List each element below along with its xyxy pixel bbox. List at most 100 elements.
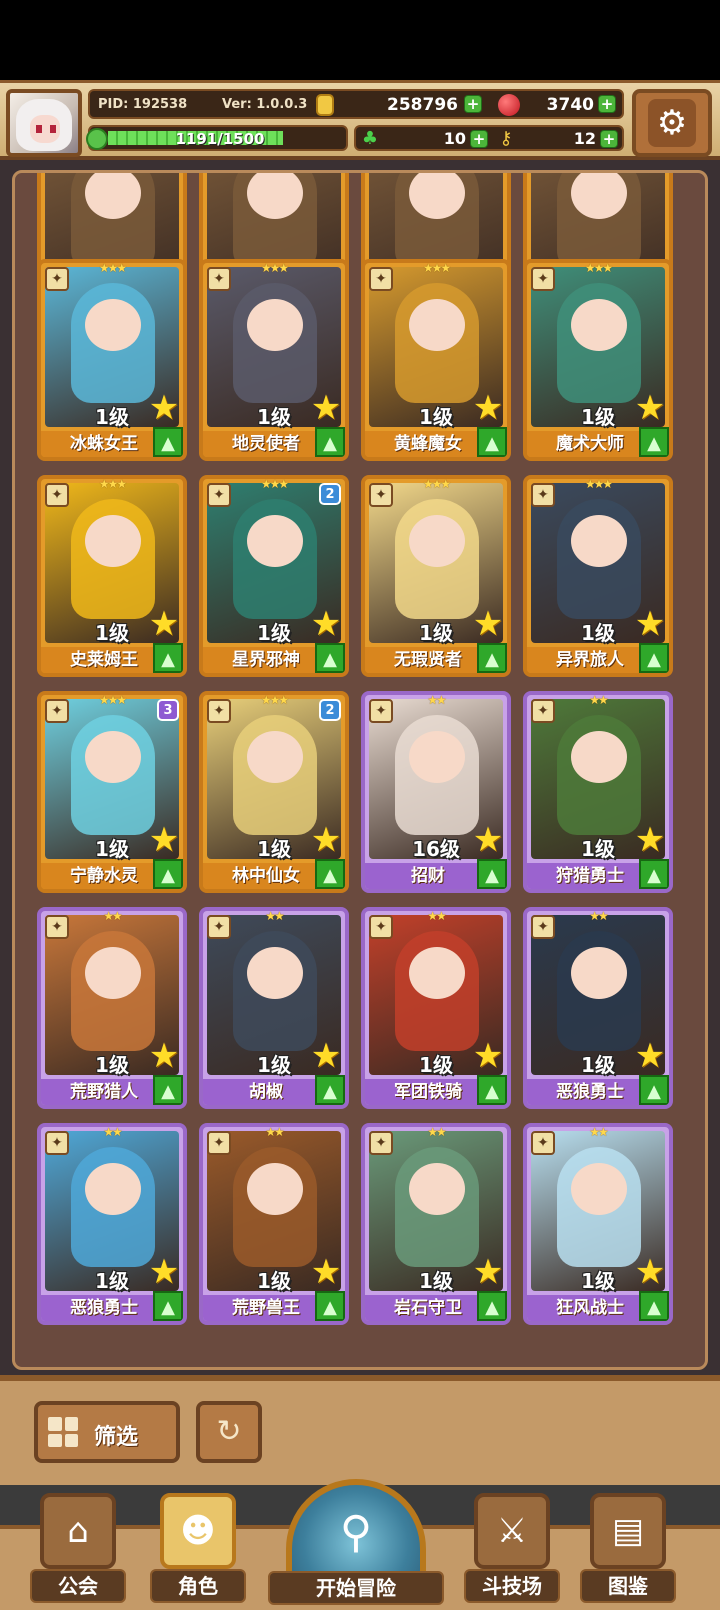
- character-card[interactable]: ✦ ★★★ 1级 ★ 无瑕贤者 ▲: [361, 475, 511, 677]
- star-upgrade-icon[interactable]: ★: [471, 1039, 505, 1073]
- character-card[interactable]: ✦ ★★ 1级 ★ 狩猎勇士 ▲: [523, 691, 673, 893]
- level-up-arrow-icon[interactable]: ▲: [153, 427, 183, 457]
- nav-arena[interactable]: ⚔ 斗技场: [464, 1485, 560, 1605]
- level-up-arrow-icon[interactable]: ▲: [153, 643, 183, 673]
- game-version: Ver: 1.0.0.3: [222, 97, 308, 112]
- character-head: [409, 1163, 465, 1215]
- level-up-arrow-icon[interactable]: ▲: [153, 1291, 183, 1321]
- star-upgrade-icon[interactable]: ★: [147, 607, 181, 641]
- character-head: [85, 1163, 141, 1215]
- star-upgrade-icon[interactable]: ★: [633, 823, 667, 857]
- star-upgrade-icon[interactable]: ★: [309, 823, 343, 857]
- star-upgrade-icon[interactable]: ★: [147, 391, 181, 425]
- character-card[interactable]: ✦ ★★★ 1级 ★ 黄蜂魔女 ▲: [361, 259, 511, 461]
- nav-character[interactable]: ☻ 角色: [150, 1485, 246, 1605]
- level-up-arrow-icon[interactable]: ▲: [315, 1075, 345, 1105]
- level-up-arrow-icon[interactable]: ▲: [477, 427, 507, 457]
- level-up-arrow-icon[interactable]: ▲: [153, 1075, 183, 1105]
- star-upgrade-icon[interactable]: ★: [633, 1255, 667, 1289]
- level-up-arrow-icon[interactable]: ▲: [639, 1075, 669, 1105]
- clover-amount: 10: [443, 129, 466, 148]
- star-upgrade-icon[interactable]: ★: [309, 391, 343, 425]
- character-head: [571, 947, 627, 999]
- character-card[interactable]: ✦ ★★★ 1级 ★ 魔术大师 ▲: [523, 259, 673, 461]
- level-up-arrow-icon[interactable]: ▲: [639, 427, 669, 457]
- character-card[interactable]: ✦ ★★★ 2 1级 ★ 星界邪神 ▲: [199, 475, 349, 677]
- rarity-stars: ★★★: [584, 261, 613, 275]
- star-upgrade-icon[interactable]: ★: [147, 1255, 181, 1289]
- character-head: [247, 947, 303, 999]
- character-card[interactable]: ✦ ★★★ 2 1级 ★ 林中仙女 ▲: [199, 691, 349, 893]
- level-up-arrow-icon[interactable]: ▲: [477, 643, 507, 673]
- level-up-arrow-icon[interactable]: ▲: [315, 1291, 345, 1321]
- character-card[interactable]: ✦ ★★★ 1级 ★ 冰蛛女王 ▲: [37, 259, 187, 461]
- add-gold-button[interactable]: +: [464, 95, 482, 113]
- nav-guild[interactable]: ⌂ 公会: [30, 1485, 126, 1605]
- filter-button[interactable]: 筛选: [34, 1401, 180, 1463]
- rarity-stars: ★★: [427, 693, 447, 707]
- character-face-icon: ☻: [160, 1493, 236, 1569]
- nav-arena-label: 斗技场: [464, 1569, 560, 1603]
- settings-button[interactable]: ⚙: [632, 89, 712, 157]
- player-id: PID: 192538: [98, 97, 188, 112]
- character-card[interactable]: ✦ ★★ 1级 ★ 荒野兽王 ▲: [199, 1123, 349, 1325]
- player-avatar[interactable]: [6, 89, 82, 157]
- character-card[interactable]: ✦ ★★★ 1级 ★ 异界旅人 ▲: [523, 475, 673, 677]
- nav-start-adventure[interactable]: ⚲ 开始冒险: [268, 1479, 444, 1610]
- sort-refresh-button[interactable]: ↻: [196, 1401, 262, 1463]
- star-upgrade-icon[interactable]: ★: [471, 823, 505, 857]
- character-head: [85, 515, 141, 567]
- star-upgrade-icon[interactable]: ★: [633, 607, 667, 641]
- star-upgrade-icon[interactable]: ★: [471, 1255, 505, 1289]
- character-card[interactable]: ✦ ★★ 16级 ★ 招财 ▲: [361, 691, 511, 893]
- character-card[interactable]: ✦ ★★ 1级 ★ 恶狼勇士 ▲: [37, 1123, 187, 1325]
- level-up-arrow-icon[interactable]: ▲: [477, 1291, 507, 1321]
- star-upgrade-icon[interactable]: ★: [147, 1039, 181, 1073]
- character-card[interactable]: ✦ ★★ 1级 ★ 狂风战士 ▲: [523, 1123, 673, 1325]
- character-card[interactable]: ✦ ★★ 1级 ★ 荒野猎人 ▲: [37, 907, 187, 1109]
- star-upgrade-icon[interactable]: ★: [471, 391, 505, 425]
- star-upgrade-icon[interactable]: ★: [633, 1039, 667, 1073]
- character-card[interactable]: ✦ ★★ 1级 ★ 岩石守卫 ▲: [361, 1123, 511, 1325]
- character-card[interactable]: ✦ ★★ 1级 ★ 恶狼勇士 ▲: [523, 907, 673, 1109]
- level-up-arrow-icon[interactable]: ▲: [639, 1291, 669, 1321]
- character-head: [85, 731, 141, 783]
- star-upgrade-icon[interactable]: ★: [309, 607, 343, 641]
- character-card[interactable]: ✦ ★★ 1级 ★ 军团铁骑 ▲: [361, 907, 511, 1109]
- level-up-arrow-icon[interactable]: ▲: [639, 859, 669, 889]
- character-grid-panel[interactable]: ✦1级★淘气恶魔▲✦1级★淘气恶魔▲✦1级★鹰身公主▲✦1级★鹰身公主▲✦★★★…: [12, 170, 708, 1370]
- grid-filter-icon: [48, 1417, 78, 1447]
- secondary-resources: ♣ 10 + ⚷ 12 +: [354, 125, 624, 151]
- nav-codex[interactable]: ▤ 图鉴: [580, 1485, 676, 1605]
- star-upgrade-icon[interactable]: ★: [471, 607, 505, 641]
- level-up-arrow-icon[interactable]: ▲: [639, 643, 669, 673]
- key-amount: 12: [573, 129, 596, 148]
- level-up-arrow-icon[interactable]: ▲: [477, 1075, 507, 1105]
- star-upgrade-icon[interactable]: ★: [633, 391, 667, 425]
- rarity-stars: ★★: [427, 909, 447, 923]
- character-head: [571, 1163, 627, 1215]
- character-card[interactable]: ✦ ★★ 1级 ★ 胡椒 ▲: [199, 907, 349, 1109]
- add-gem-button[interactable]: +: [598, 95, 616, 113]
- level-up-arrow-icon[interactable]: ▲: [477, 859, 507, 889]
- add-clover-button[interactable]: +: [470, 130, 488, 148]
- star-upgrade-icon[interactable]: ★: [309, 1255, 343, 1289]
- awaken-badge: 2: [319, 699, 341, 721]
- star-upgrade-icon[interactable]: ★: [309, 1039, 343, 1073]
- character-head: [571, 299, 627, 351]
- level-up-arrow-icon[interactable]: ▲: [315, 643, 345, 673]
- status-bar: [0, 0, 720, 80]
- character-card[interactable]: ✦ ★★★ 3 1级 ★ 宁静水灵 ▲: [37, 691, 187, 893]
- rarity-stars: ★★★: [98, 261, 127, 275]
- level-up-arrow-icon[interactable]: ▲: [153, 859, 183, 889]
- add-key-button[interactable]: +: [600, 130, 618, 148]
- filter-bar: 筛选 ↻: [0, 1375, 720, 1485]
- level-up-arrow-icon[interactable]: ▲: [315, 427, 345, 457]
- character-head: [247, 515, 303, 567]
- character-card[interactable]: ✦ ★★★ 1级 ★ 地灵使者 ▲: [199, 259, 349, 461]
- star-upgrade-icon[interactable]: ★: [147, 823, 181, 857]
- level-up-arrow-icon[interactable]: ▲: [315, 859, 345, 889]
- character-card[interactable]: ✦ ★★★ 1级 ★ 史莱姆王 ▲: [37, 475, 187, 677]
- awaken-badge: 3: [157, 699, 179, 721]
- refresh-icon: ↻: [216, 1414, 242, 1449]
